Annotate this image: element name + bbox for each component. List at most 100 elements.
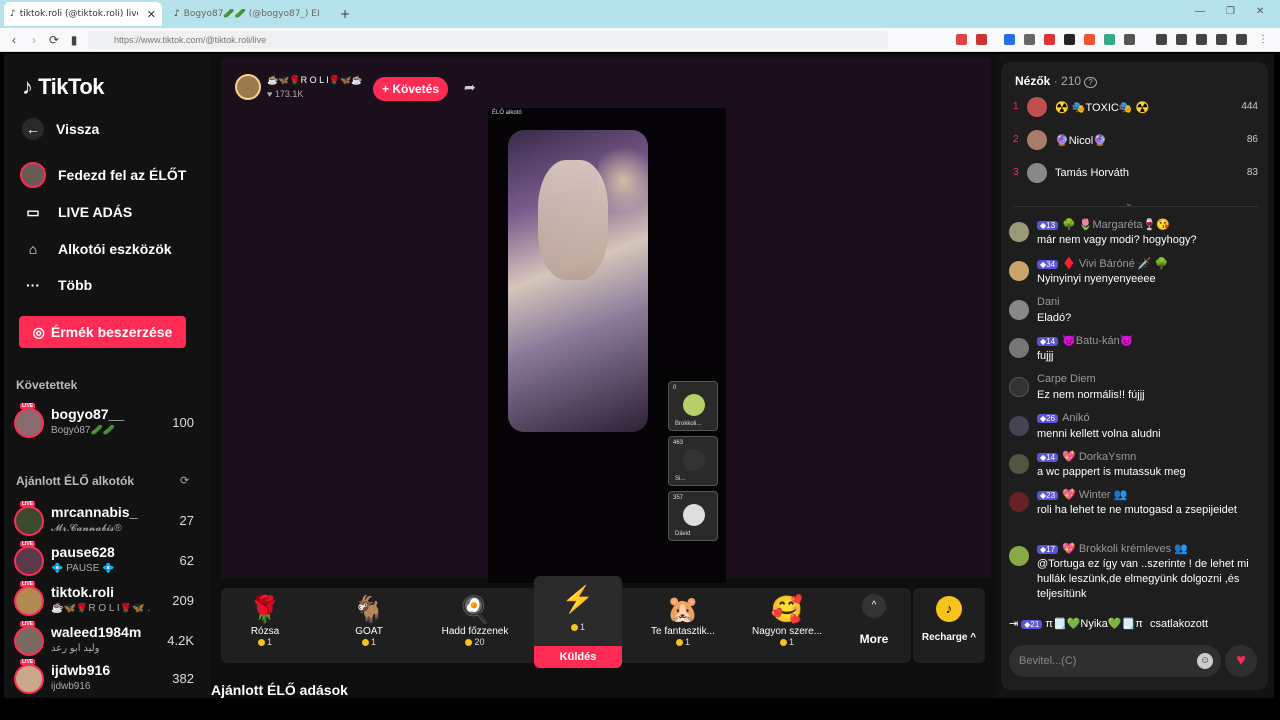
- maximize-icon[interactable]: ❐: [1226, 6, 1235, 17]
- comment-header[interactable]: ◆26 Anikó: [1037, 412, 1090, 424]
- gift-fantastic[interactable]: 🐹 Te fantasztik... 1: [639, 592, 727, 660]
- avatar[interactable]: [1009, 546, 1029, 566]
- extension-icon[interactable]: [1024, 34, 1035, 45]
- url-input[interactable]: https://www.tiktok.com/@tiktok.roli/live: [88, 31, 888, 49]
- nav-explore-live[interactable]: Fedezd fel az ÉLŐT: [20, 162, 186, 188]
- guest-panel[interactable]: 357 Dávid: [668, 491, 718, 541]
- gift-rose[interactable]: 🌹 Rózsa 1: [221, 592, 309, 660]
- comment-list[interactable]: ◆13 🌳 🌷Margaréta🍷😘 már nem vagy modi? hog…: [1009, 218, 1261, 638]
- extension-icon[interactable]: [976, 34, 987, 45]
- get-coins-button[interactable]: ◎ Érmék beszerzése: [19, 316, 186, 348]
- joined-user[interactable]: π🗒️💚Nyika💚🗒️π: [1045, 618, 1142, 630]
- comment-header[interactable]: ◆23 💖 Winter 👥: [1037, 488, 1127, 501]
- avatar[interactable]: [1009, 261, 1029, 281]
- emoji-icon[interactable]: ☺: [1197, 653, 1213, 669]
- nav-creator-tools[interactable]: ⌂ Alkotói eszközök: [20, 236, 172, 262]
- gift-price: 1: [221, 637, 309, 647]
- recommended-account[interactable]: LIVE tiktok.roli ☕🦋🌹R O L I🌹🦋 ... 209: [14, 581, 194, 620]
- guest-panel[interactable]: 0 Brokkoli...: [668, 381, 718, 431]
- guest-panel[interactable]: 463 Si...: [668, 436, 718, 486]
- avatar[interactable]: [1009, 300, 1029, 320]
- following-title: Követettek: [16, 378, 78, 392]
- share-icon[interactable]: ➦: [464, 79, 476, 96]
- forward-icon[interactable]: ›: [26, 32, 42, 48]
- sidebar-icon[interactable]: [1176, 34, 1187, 45]
- follow-button[interactable]: + Követés: [373, 77, 448, 101]
- comment-input[interactable]: Bevitel...(C) ☺: [1009, 645, 1221, 677]
- tiktok-logo[interactable]: ♪ TikTok: [22, 74, 104, 100]
- top-viewer[interactable]: 1 ☢️ 🎭TOXIC🎭 ☢️ 444: [1013, 96, 1258, 120]
- avatar[interactable]: [1009, 492, 1029, 512]
- extension-icon[interactable]: [1044, 34, 1055, 45]
- back-icon[interactable]: ‹: [6, 32, 22, 48]
- recommended-account[interactable]: LIVE waleed1984m وليد ابو رعد 4.2K: [14, 621, 194, 660]
- extension-icon[interactable]: [1124, 34, 1135, 45]
- comment-header[interactable]: Dani: [1037, 296, 1060, 308]
- refresh-icon[interactable]: ⟳: [180, 474, 189, 487]
- bookmark-icon[interactable]: ▮: [66, 32, 82, 48]
- extensions-icon[interactable]: [1216, 34, 1227, 45]
- extension-icon[interactable]: [1004, 34, 1015, 45]
- comment-header[interactable]: ◆13 🌳 🌷Margaréta🍷😘: [1037, 218, 1170, 231]
- gift-goat[interactable]: 🐐 GOAT 1: [325, 592, 413, 660]
- extension-icon[interactable]: [1064, 34, 1075, 45]
- nav-live[interactable]: ▭ LIVE ADÁS: [20, 199, 132, 225]
- stream-player[interactable]: ☕🦋🌹R O L I🌹🦋☕ ♥ 173.1K + Követés ➦ ÉLŐ a…: [221, 58, 991, 583]
- chevron-down-icon[interactable]: ⌄: [1125, 198, 1133, 209]
- account-name: bogyo87__: [51, 406, 125, 422]
- avatar[interactable]: [1009, 377, 1029, 397]
- gift-name: Nagyon szere...: [751, 626, 823, 637]
- goat-icon: 🐐: [352, 594, 386, 624]
- back-button[interactable]: ← Vissza: [20, 118, 99, 140]
- avatar[interactable]: [1009, 338, 1029, 358]
- nav-more[interactable]: ··· Több: [20, 272, 92, 298]
- comment-header[interactable]: ◆34 ♦️ Vivi Báróné 🗡️ 🌳: [1037, 257, 1168, 270]
- top-viewer[interactable]: 2 🔮Nicol🔮 86: [1013, 129, 1258, 153]
- tab-bogyo[interactable]: ♪ Bogyo87🥒🥒 (@bogyo87_) ÉLŐ a: [168, 2, 330, 26]
- recharge-button[interactable]: ♪ Recharge ^: [913, 588, 985, 663]
- extension-icon[interactable]: [1084, 34, 1095, 45]
- comment-header[interactable]: ◆17 💖 Brokkoli krémleves 👥: [1037, 542, 1188, 555]
- avatar[interactable]: [1009, 454, 1029, 474]
- host-name[interactable]: ☕🦋🌹R O L I🌹🦋☕: [267, 75, 362, 86]
- tab-active[interactable]: ♪ tiktok.roli (@tiktok.roli) live ✕: [4, 2, 162, 26]
- more-gifts-button[interactable]: ^ More: [849, 594, 899, 646]
- live-badge: LIVE: [20, 659, 36, 665]
- comment-header[interactable]: Carpe Diem: [1037, 373, 1096, 385]
- favorites-icon[interactable]: [1196, 34, 1207, 45]
- gift-name: Hadd főzzenek: [441, 626, 509, 637]
- rank: 3: [1013, 167, 1019, 178]
- music-icon[interactable]: [1156, 34, 1167, 45]
- guest-name: Dávid: [675, 531, 691, 537]
- menu-icon[interactable]: ⋮: [1258, 34, 1269, 45]
- account-sub: ☕🦋🌹R O L I🌹🦋 ...: [51, 603, 151, 614]
- close-icon[interactable]: ✕: [147, 8, 156, 21]
- recommended-account[interactable]: LIVE mrcannabis_ 𝓜𝓻.𝓒𝓪𝓷𝓷𝓪𝓫𝓲𝓼® 27: [14, 501, 194, 540]
- like-heart-button[interactable]: ♥: [1225, 645, 1257, 677]
- following-account[interactable]: LIVE bogyo87__ Bogyó87🥒🥒 100: [14, 403, 194, 442]
- gift-love[interactable]: 🥰 Nagyon szere... 1: [743, 592, 831, 660]
- new-tab-button[interactable]: +: [334, 2, 356, 26]
- gift-name: Te fantasztik...: [651, 626, 715, 637]
- top-viewer[interactable]: 3 Tamás Horváth 83: [1013, 162, 1258, 186]
- tiktok-note-icon: ♪: [22, 74, 33, 99]
- gift-let-them-cook[interactable]: 🍳 Hadd főzzenek 20: [431, 592, 519, 660]
- video-frame[interactable]: ÉLŐ alkotó 0 Brokkoli... 463 Si... 357 D…: [488, 108, 726, 583]
- avatar[interactable]: [1009, 222, 1029, 242]
- recommended-account[interactable]: LIVE ijdwb916 ijdwb916 382: [14, 659, 194, 698]
- extension-icon[interactable]: [956, 34, 967, 45]
- send-gift-button[interactable]: Küldés: [534, 646, 622, 668]
- comment-text: Eladó?: [1037, 312, 1072, 324]
- gift-lightning-selected[interactable]: ⚡ 1 Küldés: [534, 576, 622, 668]
- host-avatar[interactable]: [235, 74, 261, 100]
- comment-header[interactable]: ◆14 😈Batu-kán😈: [1037, 334, 1133, 347]
- reload-icon[interactable]: ⟳: [46, 32, 62, 48]
- avatar[interactable]: [1009, 416, 1029, 436]
- extension-icon[interactable]: [1104, 34, 1115, 45]
- window-close-icon[interactable]: ✕: [1256, 6, 1264, 17]
- shield-icon[interactable]: [1236, 34, 1247, 45]
- minimize-icon[interactable]: —: [1195, 6, 1205, 17]
- gift-price: 1: [639, 637, 727, 647]
- comment-header[interactable]: ◆14 💖 DorkaYsmn: [1037, 450, 1136, 463]
- recommended-account[interactable]: LIVE pause628 💠 PAUSE 💠 62: [14, 541, 194, 580]
